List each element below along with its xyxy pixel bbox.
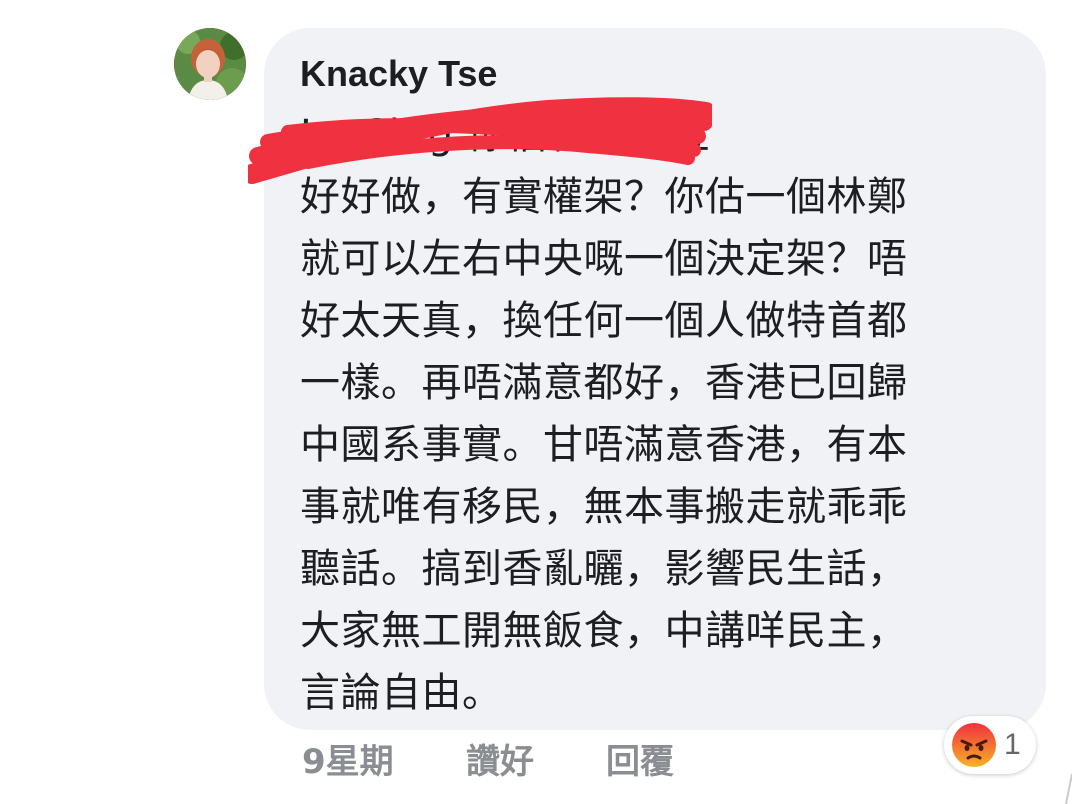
comment-author-name[interactable]: Knacky Tse [300,52,497,96]
avatar[interactable] [174,28,246,100]
like-button[interactable]: 讚好 [466,736,534,788]
comment-line: Le Ch g 你估特首個位 [300,112,711,158]
comment-text: Le Ch g 你估特首個位 好好做，有實權架？你估一個林鄭 就可以左右中央嘅一… [300,104,1000,724]
comment-line: 好太天真，換任何一個人做特首都 [300,298,908,344]
comment-screen: Knacky Tse Le Ch g 你估特首個位 好好做，有實權架？你估一個林… [0,0,1072,804]
comment-line: 中國系事實。甘唔滿意香港，有本 [300,422,908,468]
scroll-edge-indicator [1065,773,1072,804]
comment-line: 就可以左右中央嘅一個決定架？唔 [300,236,908,282]
reply-button[interactable]: 回覆 [606,736,674,788]
reaction-summary[interactable]: 1 [944,716,1036,774]
comment-line: 大家無工開無飯食，中講咩民主， [300,608,908,654]
comment-timestamp[interactable]: 9星期 [302,736,394,788]
comment-line: 好好做，有實權架？你估一個林鄭 [300,174,908,220]
comment-line: 聽話。搞到香亂曬，影響民生話， [300,546,908,592]
profile-photo-icon [174,28,246,100]
comment-line: 言論自由。 [300,670,503,716]
comment-line: 事就唯有移民，無本事搬走就乖乖 [300,484,908,530]
angry-face-icon [952,723,996,767]
comment-line: 一樣。再唔滿意都好，香港已回歸 [300,360,908,406]
reaction-count: 1 [1004,728,1021,761]
